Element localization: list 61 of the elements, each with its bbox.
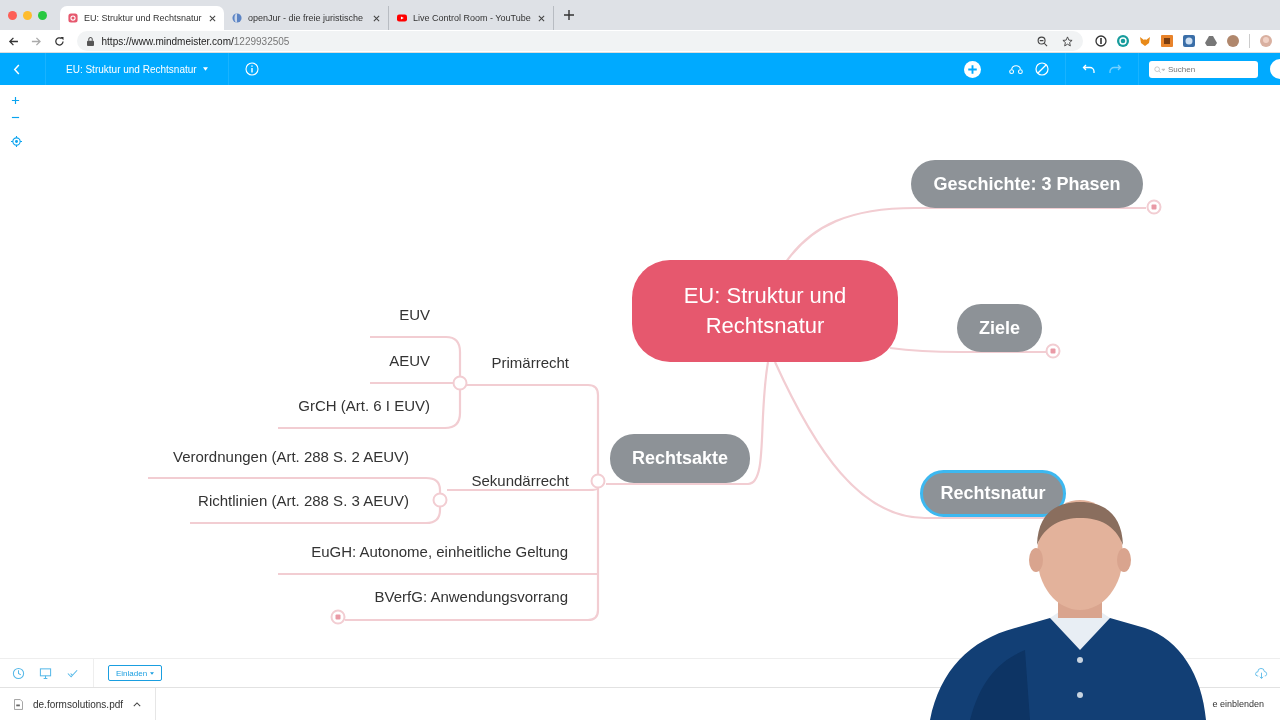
back-icon[interactable] (8, 35, 19, 47)
globe-icon (232, 13, 242, 23)
caret-icon (150, 671, 155, 675)
close-icon[interactable] (538, 14, 545, 22)
browser-tab[interactable]: EU: Struktur und Rechtsnatur (60, 6, 224, 30)
subtopic-label[interactable]: Richtlinien (Art. 288 S. 3 AEUV) (198, 491, 409, 511)
video-play-icon (397, 13, 407, 23)
avatar-icon[interactable] (1260, 35, 1272, 47)
subtopic-label[interactable]: BVerfG: Anwendungsvorrang (374, 587, 568, 607)
subtopic-label[interactable]: EUV (399, 305, 430, 325)
subtopic-label[interactable]: AEUV (389, 351, 430, 371)
subtopic-label[interactable]: Sekundärrecht (471, 471, 569, 491)
central-topic[interactable]: EU: Struktur und Rechtsnatur (632, 260, 898, 362)
collapsed-marker[interactable] (1045, 343, 1061, 359)
minimize-window-icon[interactable] (23, 10, 32, 20)
fox-icon[interactable] (1139, 35, 1151, 47)
locate-icon[interactable] (11, 136, 22, 147)
avatar-icon[interactable] (1227, 35, 1239, 47)
sync-icon[interactable] (1117, 35, 1129, 47)
subtopic-label[interactable]: Primärrecht (491, 353, 569, 373)
download-item[interactable]: de.formsolutions.pdf (14, 688, 157, 720)
cloud-download-icon[interactable] (1255, 666, 1268, 680)
junction-handle[interactable] (590, 473, 606, 489)
reload-icon[interactable] (53, 35, 65, 47)
chevron-up-icon[interactable] (133, 701, 142, 707)
file-icon (14, 698, 23, 710)
close-window-icon[interactable] (8, 10, 17, 20)
browser-tab[interactable]: Live Control Room - YouTube (389, 6, 554, 30)
connect-icon[interactable] (1009, 62, 1023, 76)
extension-icon[interactable] (1161, 35, 1173, 47)
zoom-in-icon[interactable] (11, 96, 20, 105)
search-icon (1154, 65, 1165, 74)
history-icon[interactable] (12, 666, 25, 680)
zoom-out-icon[interactable] (1037, 35, 1048, 47)
monitor-icon[interactable] (39, 666, 52, 680)
junction-handle[interactable] (452, 375, 468, 391)
close-icon[interactable] (209, 14, 216, 22)
address-field[interactable]: https://www.mindmeister.com/1229932505 (76, 31, 1083, 51)
subtopic-label[interactable]: EuGH: Autonome, einheitliche Geltung (311, 542, 568, 562)
mindmap-icon (68, 13, 78, 23)
close-icon[interactable] (373, 14, 380, 22)
collapsed-marker[interactable] (330, 609, 346, 625)
junction-handle[interactable] (432, 492, 448, 508)
undo-icon[interactable] (1082, 62, 1096, 76)
subtopic-label[interactable]: GrCH (Art. 6 I EUV) (298, 396, 430, 416)
show-all-link[interactable]: e einblenden (1212, 699, 1264, 709)
globe-icon[interactable] (1183, 35, 1195, 47)
caret-icon (202, 67, 208, 71)
add-icon[interactable] (964, 60, 981, 78)
search-field[interactable]: Suchen (1149, 60, 1258, 78)
drive-icon[interactable] (1205, 35, 1217, 47)
star-icon[interactable] (1062, 35, 1073, 47)
avatar-icon[interactable] (1270, 59, 1280, 79)
lock-icon (86, 36, 94, 46)
new-tab-icon[interactable] (564, 10, 574, 20)
collapsed-marker[interactable] (1146, 199, 1162, 215)
info-icon[interactable] (1095, 35, 1107, 47)
maximize-window-icon[interactable] (38, 10, 47, 20)
browser-tab[interactable]: openJur - die freie juristische (224, 6, 389, 30)
prohibited-icon[interactable] (1035, 62, 1049, 76)
subtopic-label[interactable]: Verordnungen (Art. 288 S. 2 AEUV) (173, 447, 409, 467)
